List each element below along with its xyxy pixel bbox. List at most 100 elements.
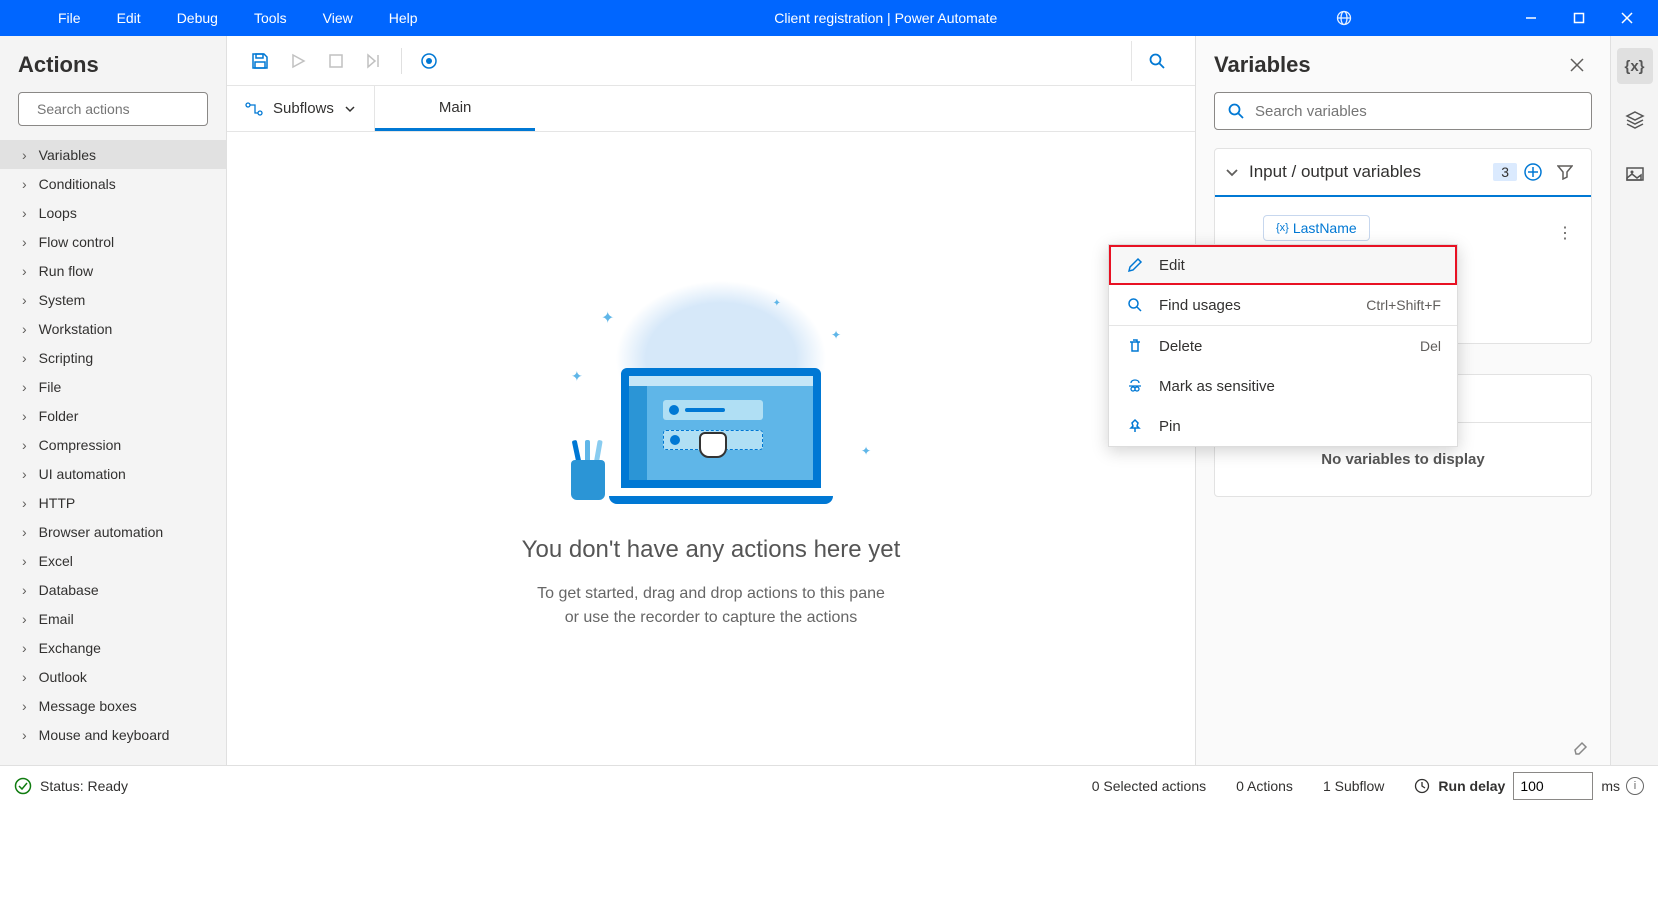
context-item-label: Mark as sensitive bbox=[1159, 378, 1275, 395]
step-button[interactable] bbox=[355, 42, 393, 80]
action-group-flowcontrol[interactable]: ›Flow control bbox=[0, 227, 226, 256]
io-section-title: Input / output variables bbox=[1249, 162, 1485, 182]
close-button[interactable] bbox=[1604, 3, 1650, 33]
save-button[interactable] bbox=[241, 42, 279, 80]
action-group-file[interactable]: ›File bbox=[0, 372, 226, 401]
context-find-usages[interactable]: Find usages Ctrl+Shift+F bbox=[1109, 285, 1457, 325]
action-group-folder[interactable]: › Folder bbox=[0, 401, 226, 430]
action-group-label: Mouse and keyboard bbox=[39, 727, 170, 743]
search-icon bbox=[1227, 102, 1245, 120]
menu-bar: File Edit Debug Tools View Help bbox=[40, 2, 436, 34]
context-delete[interactable]: Delete Del bbox=[1109, 326, 1457, 366]
action-group-uiautomation[interactable]: ›UI automation bbox=[0, 459, 226, 488]
action-group-messageboxes[interactable]: ›Message boxes bbox=[0, 691, 226, 720]
action-group-loops[interactable]: ›Loops bbox=[0, 198, 226, 227]
minimize-button[interactable] bbox=[1508, 3, 1554, 33]
action-group-label: System bbox=[39, 292, 86, 308]
menu-tools[interactable]: Tools bbox=[236, 2, 305, 34]
record-button[interactable] bbox=[410, 42, 448, 80]
actions-search-input[interactable] bbox=[37, 101, 218, 117]
environment-badge[interactable] bbox=[1336, 10, 1498, 26]
variable-more-button[interactable]: ⋮ bbox=[1549, 219, 1581, 247]
subflows-dropdown[interactable]: Subflows bbox=[227, 86, 375, 131]
action-group-email[interactable]: ›Email bbox=[0, 604, 226, 633]
io-count-badge: 3 bbox=[1493, 163, 1517, 181]
action-group-label: Database bbox=[39, 582, 99, 598]
menu-file[interactable]: File bbox=[40, 2, 99, 34]
chevron-right-icon: › bbox=[22, 611, 27, 627]
menu-edit[interactable]: Edit bbox=[99, 2, 159, 34]
chevron-right-icon: › bbox=[22, 176, 27, 192]
variables-title: Variables bbox=[1214, 52, 1562, 78]
action-group-label: Compression bbox=[39, 437, 121, 453]
variable-chip-lastname[interactable]: {x}LastName bbox=[1263, 215, 1370, 241]
action-group-compression[interactable]: › Compression bbox=[0, 430, 226, 459]
variables-search[interactable] bbox=[1214, 92, 1592, 130]
action-group-exchange[interactable]: ›Exchange bbox=[0, 633, 226, 662]
action-group-conditionals[interactable]: ›Conditionals bbox=[0, 169, 226, 198]
menu-help[interactable]: Help bbox=[371, 2, 436, 34]
action-group-label: Folder bbox=[39, 408, 79, 424]
shortcut-label: Ctrl+Shift+F bbox=[1366, 297, 1441, 313]
shortcut-label: Del bbox=[1420, 338, 1441, 354]
action-group-database[interactable]: › Database bbox=[0, 575, 226, 604]
rail-variables-button[interactable]: {x} bbox=[1617, 48, 1653, 84]
check-circle-icon bbox=[14, 777, 32, 795]
action-group-http[interactable]: ›HTTP bbox=[0, 488, 226, 517]
chevron-right-icon: › bbox=[22, 263, 27, 279]
chevron-right-icon: › bbox=[22, 466, 27, 482]
action-group-label: Flow control bbox=[39, 234, 114, 250]
action-group-workstation[interactable]: ›Workstation bbox=[0, 314, 226, 343]
variable-row: {x}LastName ⋮ bbox=[1215, 207, 1591, 249]
action-group-mousekeyboard[interactable]: ›Mouse and keyboard bbox=[0, 720, 226, 749]
action-group-runflow[interactable]: ›Run flow bbox=[0, 256, 226, 285]
actions-search[interactable] bbox=[18, 92, 208, 126]
run-delay-input[interactable] bbox=[1513, 772, 1593, 800]
subflows-icon bbox=[245, 102, 263, 116]
run-button[interactable] bbox=[279, 42, 317, 80]
action-group-variables[interactable]: ›Variables bbox=[0, 140, 226, 169]
chevron-right-icon: › bbox=[22, 408, 27, 424]
action-group-excel[interactable]: ›Excel bbox=[0, 546, 226, 575]
action-group-label: Workstation bbox=[39, 321, 113, 337]
io-section-header[interactable]: Input / output variables 3 bbox=[1215, 149, 1591, 197]
maximize-button[interactable] bbox=[1556, 3, 1602, 33]
search-icon bbox=[1125, 297, 1145, 313]
canvas[interactable]: ✦✦✦✦✦ You don't have any actions here ye… bbox=[227, 132, 1195, 765]
tab-main[interactable]: Main bbox=[375, 86, 536, 131]
titlebar: File Edit Debug Tools View Help Client r… bbox=[0, 0, 1658, 36]
status-center: 0 Selected actions 0 Actions 1 Subflow R… bbox=[1092, 772, 1644, 800]
rail-images-button[interactable] bbox=[1617, 156, 1653, 192]
actions-list[interactable]: ›Variables ›Conditionals ›Loops ›Flow co… bbox=[0, 140, 226, 765]
info-icon[interactable]: i bbox=[1626, 777, 1644, 795]
context-edit[interactable]: Edit bbox=[1109, 245, 1457, 285]
window-controls bbox=[1508, 3, 1650, 33]
chevron-right-icon: › bbox=[22, 698, 27, 714]
clear-button[interactable] bbox=[1196, 727, 1610, 755]
stop-button[interactable] bbox=[317, 42, 355, 80]
action-group-browser[interactable]: ›Browser automation bbox=[0, 517, 226, 546]
context-pin[interactable]: Pin bbox=[1109, 406, 1457, 446]
chevron-right-icon: › bbox=[22, 350, 27, 366]
filter-button[interactable] bbox=[1549, 156, 1581, 188]
menu-view[interactable]: View bbox=[305, 2, 371, 34]
context-mark-sensitive[interactable]: Mark as sensitive bbox=[1109, 366, 1457, 406]
action-group-scripting[interactable]: ›Scripting bbox=[0, 343, 226, 372]
context-item-label: Pin bbox=[1159, 418, 1181, 435]
menu-debug[interactable]: Debug bbox=[159, 2, 236, 34]
action-group-outlook[interactable]: ›Outlook bbox=[0, 662, 226, 691]
chevron-right-icon: › bbox=[22, 582, 27, 598]
variables-search-input[interactable] bbox=[1255, 103, 1579, 120]
rail-layers-button[interactable] bbox=[1617, 102, 1653, 138]
add-variable-button[interactable] bbox=[1517, 156, 1549, 188]
chevron-right-icon: › bbox=[22, 379, 27, 395]
subflow-bar: Subflows Main bbox=[227, 86, 1195, 132]
chevron-right-icon: › bbox=[22, 437, 27, 453]
run-delay-group: Run delay ms i bbox=[1414, 772, 1644, 800]
pencil-icon bbox=[1125, 257, 1145, 273]
variables-header: Variables bbox=[1196, 36, 1610, 92]
workspace-search-button[interactable] bbox=[1131, 41, 1181, 81]
action-group-system[interactable]: ›System bbox=[0, 285, 226, 314]
close-panel-button[interactable] bbox=[1562, 50, 1592, 80]
empty-state-title: You don't have any actions here yet bbox=[522, 536, 901, 564]
